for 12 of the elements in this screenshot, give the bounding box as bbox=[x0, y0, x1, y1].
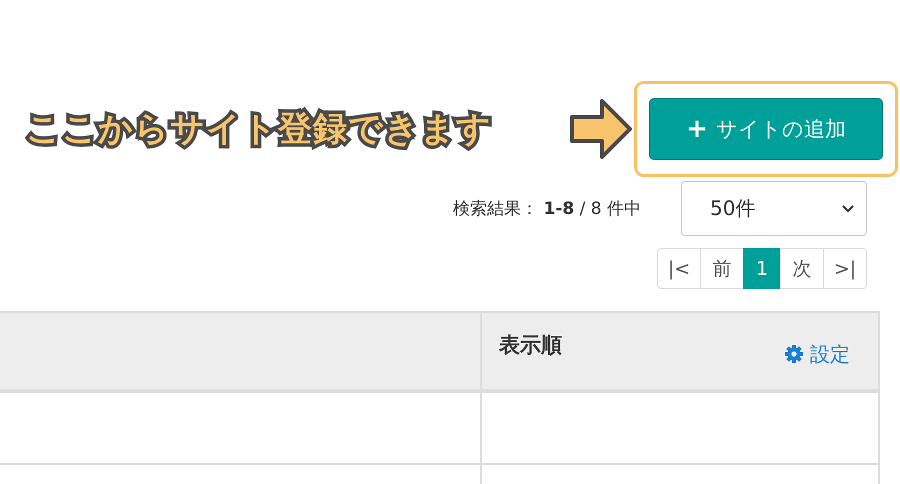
settings-icon bbox=[784, 344, 804, 364]
page-button[interactable]: 前 bbox=[700, 248, 744, 289]
page-button[interactable]: |< bbox=[657, 248, 701, 289]
search-results-text: 検索結果： 1-8 / 8 件中 bbox=[453, 198, 641, 220]
column-header: 表示順 bbox=[499, 332, 562, 359]
page-button[interactable]: 次 bbox=[780, 248, 824, 289]
chevron-down-icon bbox=[842, 204, 854, 212]
annotation-text: ここからサイト登録できます bbox=[26, 108, 493, 151]
arrow-icon bbox=[568, 97, 634, 161]
page-button[interactable]: >| bbox=[823, 248, 867, 289]
settings-link[interactable]: 設定 bbox=[784, 339, 850, 369]
per-page-select[interactable]: 50件 bbox=[681, 181, 867, 236]
